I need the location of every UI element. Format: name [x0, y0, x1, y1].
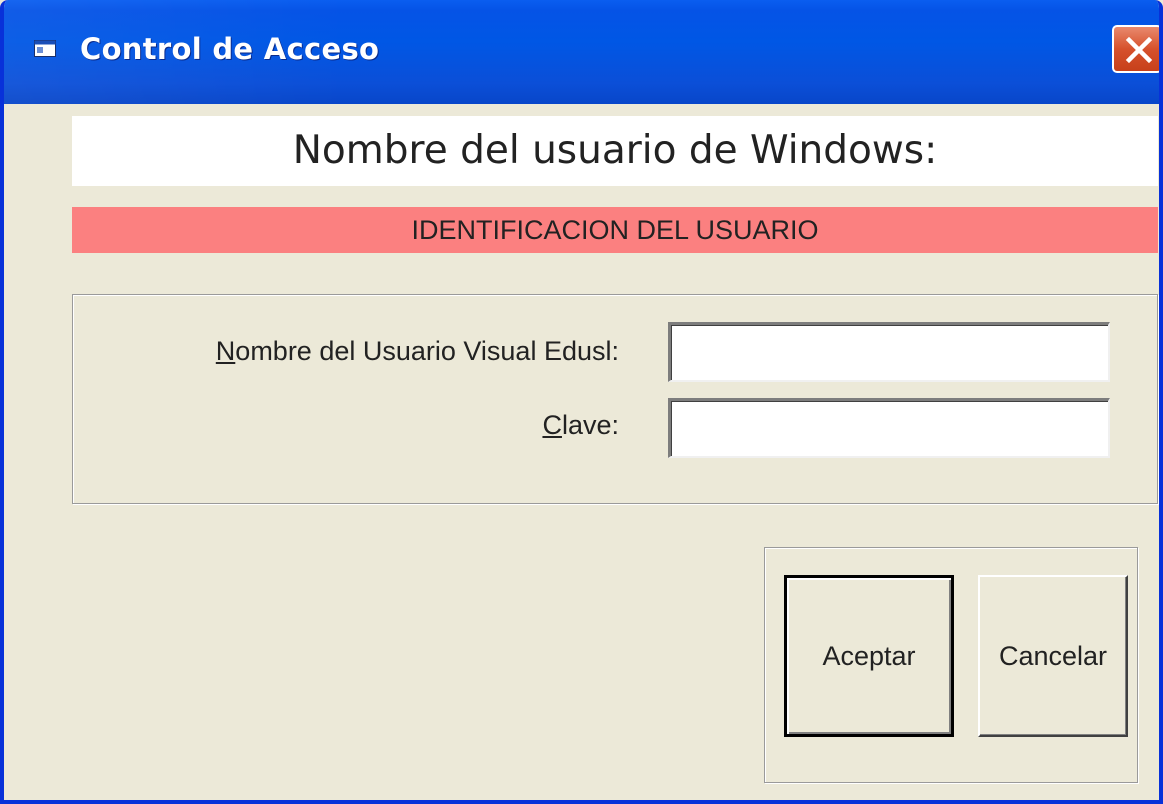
username-label-text: ombre del Usuario Visual Edusl: [235, 336, 619, 366]
password-label-text: lave: [561, 410, 619, 440]
window-title: Control de Acceso [80, 32, 380, 66]
username-label-mnemonic: N [215, 336, 236, 366]
cancel-button[interactable]: Cancelar [978, 575, 1128, 737]
login-dialog: Control de Acceso Nombre del usuario de … [0, 0, 1163, 804]
password-label-mnemonic: C [542, 410, 562, 440]
close-button[interactable] [1112, 25, 1159, 73]
username-label: Nombre del Usuario Visual Edusl: [104, 336, 619, 367]
username-input[interactable] [668, 322, 1110, 382]
windows-user-label: Nombre del usuario de Windows: [72, 116, 1158, 186]
accept-button[interactable]: Aceptar [784, 575, 954, 737]
accept-button-label: Aceptar [822, 640, 916, 671]
cancel-button-label: Cancelar [998, 640, 1108, 671]
title-bar[interactable]: Control de Acceso [4, 0, 1159, 104]
app-window-icon [34, 40, 56, 57]
close-icon [1125, 36, 1153, 64]
password-input[interactable] [668, 398, 1110, 458]
password-label: Clave: [104, 410, 619, 441]
identification-banner: IDENTIFICACION DEL USUARIO [72, 207, 1158, 253]
